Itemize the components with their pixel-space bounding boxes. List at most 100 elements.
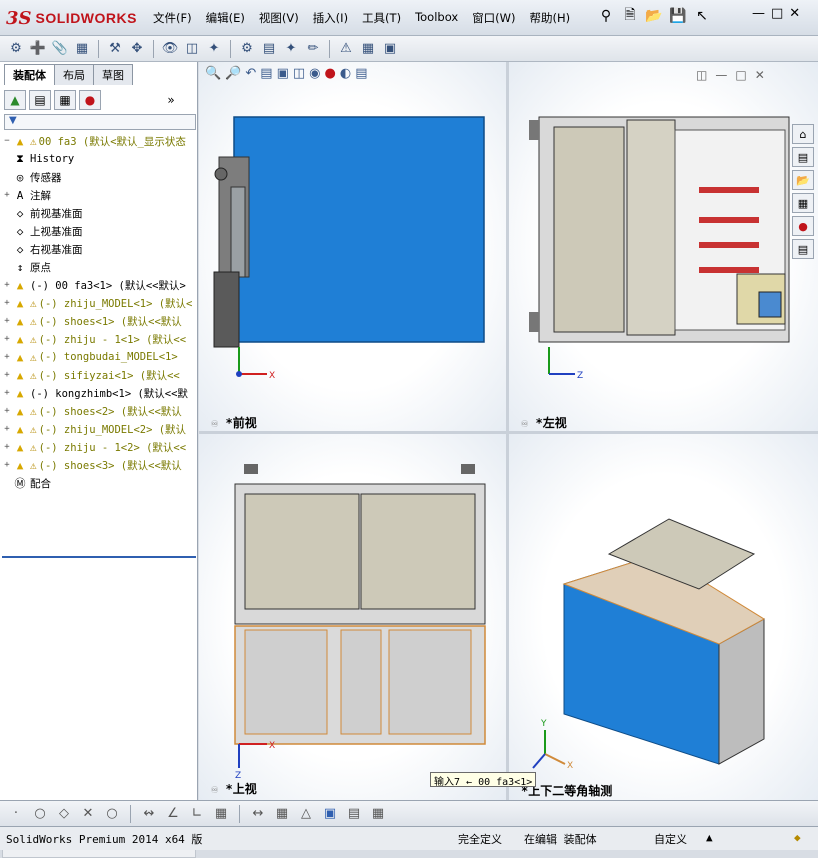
file-explorer-icon[interactable]: 📂 [792, 170, 814, 190]
menu-tools[interactable]: 工具(T) [355, 8, 408, 28]
tab-layout[interactable]: 布局 [54, 64, 94, 85]
menu-toolbox[interactable]: Toolbox [408, 8, 465, 28]
tree-item[interactable]: + ▲ ⚠ (-) sifiyzai<1> (默认<< [2, 366, 196, 384]
assembly-features-icon[interactable]: ◫ [182, 39, 202, 59]
menu-insert[interactable]: 插入(I) [306, 8, 355, 28]
rebuild-tag-icon[interactable]: ◆ [794, 831, 801, 844]
grid-icon[interactable]: ▦ [272, 804, 292, 824]
insert-component-icon[interactable]: ➕ [28, 39, 48, 59]
menu-help[interactable]: 帮助(H) [523, 8, 578, 28]
move-component-icon[interactable]: ✥ [127, 39, 147, 59]
view-palette-icon[interactable]: ▦ [792, 193, 814, 213]
design-library-icon[interactable]: ▤ [792, 147, 814, 167]
tab-assembly[interactable]: 装配体 [4, 64, 55, 85]
tree-item[interactable]: + ▲ ⚠ (-) shoes<2> (默认<<默认 [2, 402, 196, 420]
tree-expand-icon[interactable]: + [2, 316, 12, 326]
units-dropdown[interactable]: 自定义 [654, 831, 687, 847]
minimize-icon[interactable]: — [752, 6, 765, 21]
dimension-icon[interactable]: ↔ [248, 804, 268, 824]
tree-expand-icon[interactable]: + [2, 190, 12, 200]
edit-appearance-icon[interactable]: ● [325, 66, 336, 81]
tree-root-assembly[interactable]: − ▲ ⚠ 00 fa3 (默认<默认_显示状态 [2, 132, 196, 150]
open-folder-icon[interactable]: 📂 [644, 6, 664, 26]
tree-item[interactable]: + ▲ (-) kongzhimb<1> (默认<<默 [2, 384, 196, 402]
menu-window[interactable]: 窗口(W) [465, 8, 522, 28]
tab-sketch[interactable]: 草图 [93, 64, 133, 85]
tree-expand-icon[interactable]: + [2, 352, 12, 362]
tree-filter-bar[interactable]: ▼ [4, 114, 196, 130]
tree-item[interactable]: + ▲ (-) 00 fa3<1> (默认<<默认> [2, 276, 196, 294]
custom-properties-icon[interactable]: ▤ [792, 239, 814, 259]
reference-geometry-icon[interactable]: ✦ [204, 39, 224, 59]
tree-expand-icon[interactable]: − [2, 136, 12, 146]
tree-item[interactable]: ◇ 右视基准面 [2, 240, 196, 258]
new-motion-study-icon[interactable]: ⚙ [237, 39, 257, 59]
display-manager-icon[interactable]: ● [79, 90, 101, 110]
tree-item[interactable]: Ⓜ 配合 [2, 474, 196, 492]
mirror-icon[interactable]: ∠ [163, 804, 183, 824]
restore-icon[interactable]: □ [771, 6, 783, 21]
appearances-icon[interactable]: ● [792, 216, 814, 236]
tree-expand-icon[interactable]: + [2, 406, 12, 416]
solidworks-logo[interactable]: 3S SOLIDWORKS [6, 6, 136, 30]
polygon-icon[interactable]: ◇ [54, 804, 74, 824]
tree-expand-icon[interactable]: + [2, 298, 12, 308]
mate-icon[interactable]: 📎 [50, 39, 70, 59]
tree-item[interactable]: ◎ 传感器 [2, 168, 196, 186]
view-settings-icon[interactable]: ▤ [355, 66, 367, 81]
viewport-front[interactable]: X ♾ *前视 [199, 62, 506, 431]
viewport-isometric[interactable]: Y X Z *上下二等角轴测 [509, 434, 818, 800]
feature-tree-icon[interactable]: ▲ [4, 90, 26, 110]
tree-item[interactable]: + A 注解 [2, 186, 196, 204]
tree-item[interactable]: + ▲ ⚠ (-) zhiju_MODEL<2> (默认 [2, 420, 196, 438]
pattern-icon[interactable]: ▦ [211, 804, 231, 824]
shaded-view-icon[interactable]: ▣ [320, 804, 340, 824]
tree-expand-icon[interactable]: + [2, 334, 12, 344]
tree-expand-icon[interactable]: + [2, 460, 12, 470]
point-icon[interactable]: · [6, 804, 26, 824]
viewport-left[interactable]: Z ♾ *左视 [509, 62, 818, 431]
instant3d-icon[interactable]: ▣ [380, 39, 400, 59]
save-icon[interactable]: 💾 [668, 6, 688, 26]
hide-show-items-icon[interactable]: ◉ [309, 66, 320, 81]
bill-of-materials-icon[interactable]: ▤ [259, 39, 279, 59]
single-view-icon[interactable]: ▤ [344, 804, 364, 824]
smart-fasteners-icon[interactable]: ⚒ [105, 39, 125, 59]
new-document-icon[interactable]: 🗎 [620, 6, 640, 26]
view-orientation-icon[interactable]: ▣ [277, 66, 289, 81]
circle-icon[interactable]: ○ [30, 804, 50, 824]
trim-icon[interactable]: ✕ [78, 804, 98, 824]
menu-edit[interactable]: 编辑(E) [199, 8, 252, 28]
tree-item[interactable]: + ▲ ⚠ (-) shoes<1> (默认<<默认 [2, 312, 196, 330]
viewport-restore-icon[interactable]: ◫ [696, 68, 707, 82]
graphics-area[interactable]: 🔍 🔎 ↶ ▤ ▣ ◫ ◉ ● ◐ ▤ ◫ — □ ✕ X ♾ *前视 Z ♾ … [199, 62, 818, 800]
apply-scene-icon[interactable]: ◐ [340, 66, 351, 81]
explode-line-icon[interactable]: ✏ [303, 39, 323, 59]
offset-icon[interactable]: ↭ [139, 804, 159, 824]
viewport-minimize-icon[interactable]: — [715, 68, 727, 82]
triangle-icon[interactable]: △ [296, 804, 316, 824]
tree-item[interactable]: ◇ 前视基准面 [2, 204, 196, 222]
viewport-maximize-icon[interactable]: □ [735, 68, 746, 82]
display-style-icon[interactable]: ◫ [293, 66, 305, 81]
tree-item[interactable]: ⧗ History [2, 150, 196, 168]
tree-expand-icon[interactable]: + [2, 370, 12, 380]
configuration-manager-icon[interactable]: ▦ [54, 90, 76, 110]
units-dropdown-arrow-icon[interactable]: ▲ [706, 831, 713, 844]
tree-expand-icon[interactable]: + [2, 424, 12, 434]
select-arrow-icon[interactable]: ↖ [692, 6, 712, 26]
viewport-splitter-horizontal[interactable] [199, 431, 818, 434]
tree-item[interactable]: + ▲ ⚠ (-) zhiju - 1<2> (默认<< [2, 438, 196, 456]
tree-expand-icon[interactable]: + [2, 442, 12, 452]
exploded-view-icon[interactable]: ✦ [281, 39, 301, 59]
filter-icon[interactable]: ▼ [9, 115, 17, 126]
viewport-top[interactable]: X Z ♾ *上视 [199, 434, 506, 800]
clearance-icon[interactable]: ▦ [358, 39, 378, 59]
tree-item[interactable]: ◇ 上视基准面 [2, 222, 196, 240]
fillet-icon[interactable]: ∟ [187, 804, 207, 824]
four-view-icon[interactable]: ▦ [368, 804, 388, 824]
zoom-to-fit-icon[interactable]: 🔍 [205, 66, 221, 81]
tree-item[interactable]: + ▲ ⚠ (-) tongbudai_MODEL<1> [2, 348, 196, 366]
zoom-to-area-icon[interactable]: 🔎 [225, 66, 241, 81]
tree-item[interactable]: ↕ 原点 [2, 258, 196, 276]
